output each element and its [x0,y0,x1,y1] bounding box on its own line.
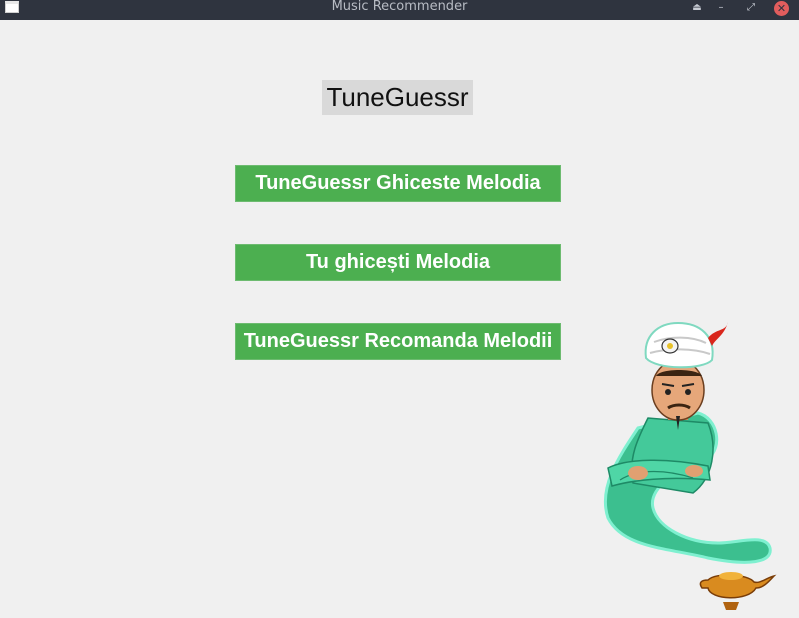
recommend-button[interactable]: TuneGuessr Recomanda Melodii [235,323,561,360]
minimize-button[interactable]: – [714,2,728,14]
genie-mascot-icon [603,321,777,610]
eject-icon[interactable]: ⏏ [690,2,704,14]
computer-guesses-button[interactable]: TuneGuessr Ghiceste Melodia [235,165,561,202]
close-button[interactable]: ✕ [774,1,789,16]
you-guess-button[interactable]: Tu ghicești Melodia [235,244,561,281]
app-heading: TuneGuessr [322,80,473,115]
main-window: TuneGuessr TuneGuessr Ghiceste Melodia T… [0,20,799,618]
window-title: Music Recommender [331,0,468,14]
window-titlebar: Music Recommender ⏏ – ⤢ ✕ [0,0,799,20]
restore-button[interactable]: ⤢ [744,2,758,14]
